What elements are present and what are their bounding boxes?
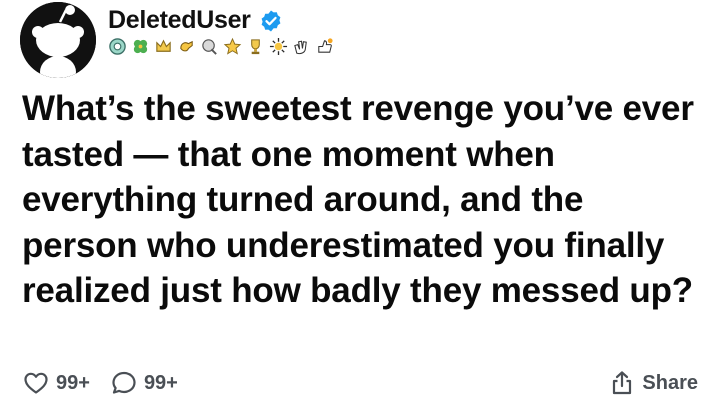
hand-badge-icon bbox=[177, 37, 196, 56]
star-badge-icon bbox=[223, 37, 242, 56]
post-card: DeletedUser What’s the sweetest revenge … bbox=[0, 0, 720, 404]
thumb-badge-icon bbox=[315, 37, 334, 56]
like-button[interactable]: 99+ bbox=[22, 369, 90, 397]
clover-badge-icon bbox=[131, 37, 150, 56]
badge-list bbox=[108, 37, 334, 56]
share-label: Share bbox=[642, 371, 698, 394]
comment-count: 99+ bbox=[143, 371, 178, 394]
verified-icon bbox=[261, 10, 281, 31]
comment-button[interactable]: 99+ bbox=[110, 369, 178, 397]
author-row: DeletedUser bbox=[108, 6, 283, 35]
like-count: 99+ bbox=[56, 371, 90, 394]
comment-icon bbox=[112, 371, 136, 394]
clap-badge-icon bbox=[292, 37, 311, 56]
share-button[interactable]: Share bbox=[608, 369, 698, 397]
trophy-badge-icon bbox=[246, 37, 265, 56]
award-badge-icon bbox=[200, 37, 219, 56]
username[interactable]: DeletedUser bbox=[108, 6, 251, 35]
action-bar: 99+ 99+ Share bbox=[22, 368, 698, 398]
crown-badge-icon bbox=[154, 37, 173, 56]
award-badge-icon bbox=[108, 37, 127, 56]
snoo-avatar-icon[interactable] bbox=[20, 2, 96, 78]
share-icon bbox=[613, 371, 632, 395]
post-body-text: What’s the sweetest revenge you’ve ever … bbox=[22, 89, 694, 310]
sparkle-badge-icon bbox=[269, 37, 288, 56]
heart-icon bbox=[24, 372, 48, 394]
